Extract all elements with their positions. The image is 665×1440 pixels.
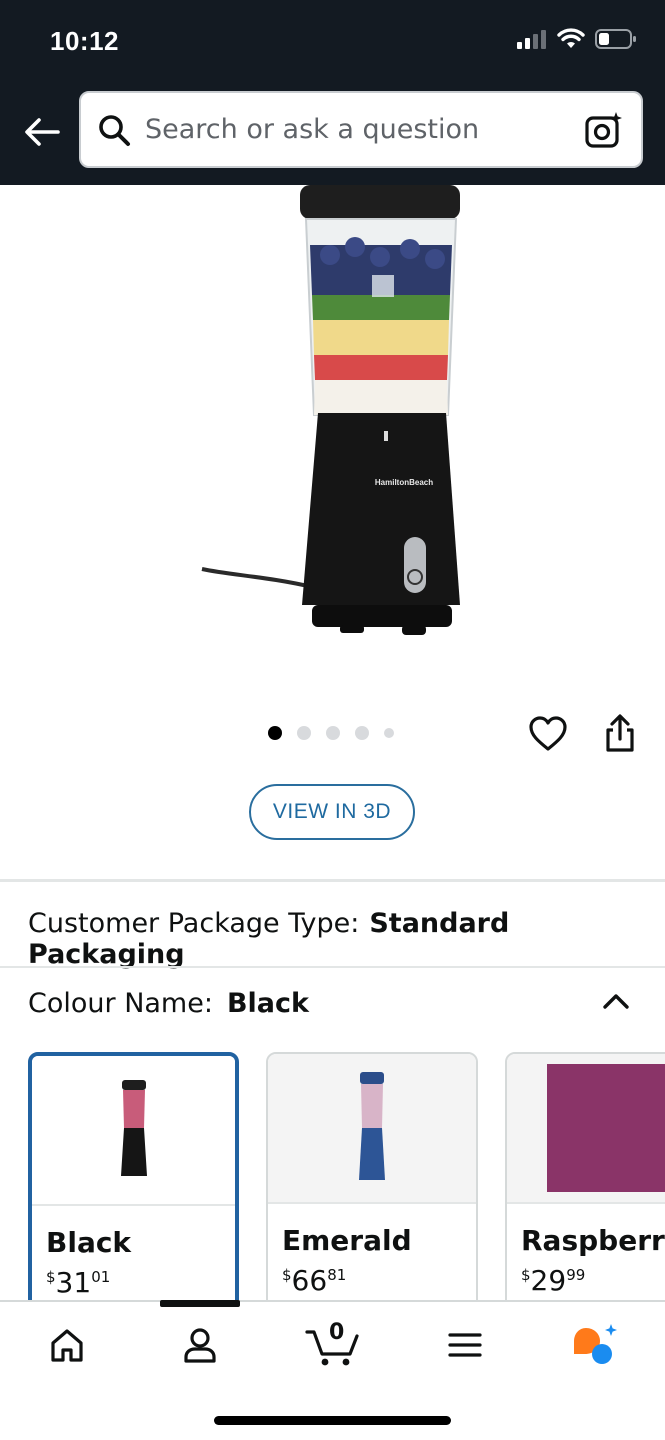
nav-account[interactable] bbox=[175, 1322, 225, 1368]
colour-option-name: Black bbox=[46, 1226, 132, 1259]
carousel-dot[interactable] bbox=[355, 726, 369, 740]
home-icon bbox=[51, 1329, 83, 1362]
colour-option-price: $2999 bbox=[521, 1264, 586, 1297]
battery-icon bbox=[595, 29, 636, 49]
raspberry-swatch bbox=[547, 1064, 665, 1192]
cellular-signal-icon bbox=[517, 30, 546, 49]
package-type-label: Customer Package Type: bbox=[28, 908, 360, 939]
share-icon bbox=[606, 714, 634, 752]
colour-name-value: Black bbox=[226, 988, 309, 1019]
colour-name-row: Colour Name: Black bbox=[28, 988, 309, 1019]
active-tab-indicator bbox=[160, 1300, 240, 1307]
menu-icon bbox=[448, 1333, 482, 1357]
colour-option-emerald[interactable]: Emerald $6681 bbox=[266, 1052, 478, 1312]
account-icon bbox=[184, 1328, 216, 1363]
back-button[interactable] bbox=[20, 110, 64, 154]
brand-logo: HamiltonBeach bbox=[375, 478, 433, 487]
search-bar[interactable] bbox=[79, 91, 643, 168]
camera-search-icon[interactable] bbox=[583, 109, 625, 151]
home-indicator bbox=[214, 1416, 451, 1425]
nav-rufus[interactable] bbox=[570, 1322, 620, 1368]
search-input[interactable] bbox=[145, 114, 583, 145]
share-button[interactable] bbox=[600, 714, 640, 754]
swatch-thumbnail bbox=[507, 1054, 665, 1204]
rufus-icon bbox=[574, 1324, 617, 1364]
product-image[interactable]: HamiltonBeach bbox=[190, 185, 480, 665]
nav-home[interactable] bbox=[42, 1322, 92, 1368]
colour-option-raspberry[interactable]: Raspberry $2999 bbox=[505, 1052, 665, 1312]
divider bbox=[0, 966, 665, 968]
view-in-3d-button[interactable]: VIEW IN 3D bbox=[249, 784, 415, 840]
colour-option-price: $6681 bbox=[282, 1264, 347, 1297]
nav-menu[interactable] bbox=[440, 1322, 490, 1368]
status-icons bbox=[517, 28, 637, 50]
app-header: 10:12 bbox=[0, 0, 665, 185]
chevron-up-icon bbox=[603, 994, 629, 1009]
package-type-row[interactable]: Customer Package Type: Standard Packaging bbox=[28, 908, 665, 970]
swatch-thumbnail bbox=[268, 1054, 476, 1204]
carousel-dot[interactable] bbox=[297, 726, 311, 740]
collapse-button[interactable] bbox=[600, 985, 632, 1017]
carousel-dot[interactable] bbox=[268, 726, 282, 740]
colour-option-name: Raspberry bbox=[521, 1224, 665, 1257]
arrow-left-icon bbox=[25, 118, 60, 146]
heart-icon bbox=[529, 716, 567, 751]
wishlist-button[interactable] bbox=[528, 714, 568, 754]
colour-option-name: Emerald bbox=[282, 1224, 412, 1257]
carousel-dot[interactable] bbox=[384, 728, 394, 738]
colour-name-label: Colour Name: bbox=[28, 988, 213, 1019]
divider bbox=[0, 879, 665, 882]
status-time: 10:12 bbox=[50, 26, 119, 56]
swatch-thumbnail bbox=[32, 1056, 235, 1206]
colour-option-black[interactable]: Black $3101 bbox=[28, 1052, 239, 1312]
wifi-icon bbox=[557, 28, 585, 48]
nav-cart[interactable]: 0 bbox=[305, 1320, 361, 1368]
image-carousel-dots[interactable] bbox=[268, 726, 394, 740]
colour-option-price: $3101 bbox=[46, 1266, 111, 1299]
search-icon[interactable] bbox=[97, 113, 131, 147]
cart-count: 0 bbox=[329, 1320, 345, 1345]
carousel-dot[interactable] bbox=[326, 726, 340, 740]
